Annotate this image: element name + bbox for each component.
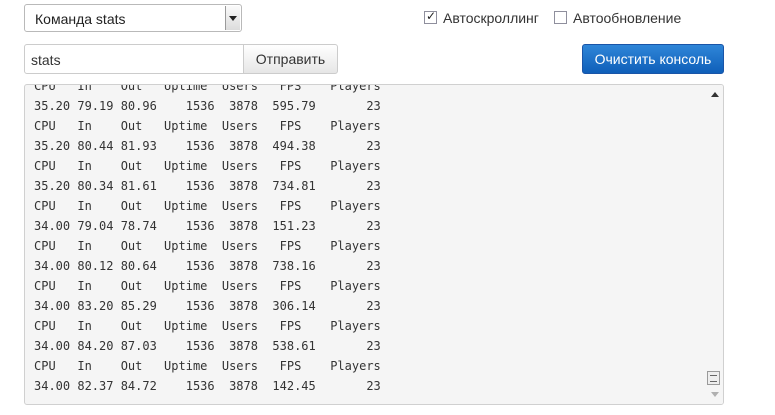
autorefresh-checkbox[interactable] <box>554 11 567 24</box>
console-line: CPU In Out Uptime Users FPS Players <box>34 319 381 333</box>
console-line: 34.00 80.12 80.64 1536 3878 738.16 23 <box>34 259 381 273</box>
console-line: 35.20 80.44 81.93 1536 3878 494.38 23 <box>34 139 381 153</box>
console-line: 35.20 79.19 80.96 1536 3878 595.79 23 <box>34 99 381 113</box>
console-line: 34.00 83.20 85.29 1536 3878 306.14 23 <box>34 299 381 313</box>
autoscroll-checkbox[interactable] <box>424 9 437 24</box>
scroll-thumb[interactable] <box>707 371 720 385</box>
console-line: CPU In Out Uptime Users FPS Players <box>34 84 381 93</box>
clear-console-button[interactable]: Очистить консоль <box>582 44 724 74</box>
console-line: CPU In Out Uptime Users FPS Players <box>34 159 381 173</box>
autorefresh-label[interactable]: Автообновление <box>573 10 681 26</box>
console-lines: CPU In Out Uptime Users FPS Players 35.20… <box>34 84 381 396</box>
command-select[interactable]: Команда stats <box>24 4 242 32</box>
autoscroll-label[interactable]: Автоскроллинг <box>443 10 539 26</box>
scroll-up-arrow-icon[interactable] <box>711 92 719 97</box>
send-button[interactable]: Отправить <box>243 44 338 74</box>
command-input[interactable]: stats <box>24 44 244 74</box>
command-select-value: Команда stats <box>35 11 126 27</box>
console-scrollbar[interactable] <box>706 85 723 404</box>
console-line: 34.00 84.20 87.03 1536 3878 538.61 23 <box>34 339 381 353</box>
console-line: CPU In Out Uptime Users FPS Players <box>34 119 381 133</box>
console-line: CPU In Out Uptime Users FPS Players <box>34 239 381 253</box>
console-line: 35.20 80.34 81.61 1536 3878 734.81 23 <box>34 179 381 193</box>
console-line: 34.00 79.04 78.74 1536 3878 151.23 23 <box>34 219 381 233</box>
chevron-down-icon[interactable] <box>225 6 240 30</box>
console-line: 34.00 82.37 84.72 1536 3878 142.45 23 <box>34 379 381 393</box>
console-line: CPU In Out Uptime Users FPS Players <box>34 199 381 213</box>
scroll-down-arrow-icon[interactable] <box>711 392 719 397</box>
console-line: CPU In Out Uptime Users FPS Players <box>34 359 381 373</box>
console-line: CPU In Out Uptime Users FPS Players <box>34 279 381 293</box>
console-output[interactable]: CPU In Out Uptime Users FPS Players 35.20… <box>24 84 724 405</box>
